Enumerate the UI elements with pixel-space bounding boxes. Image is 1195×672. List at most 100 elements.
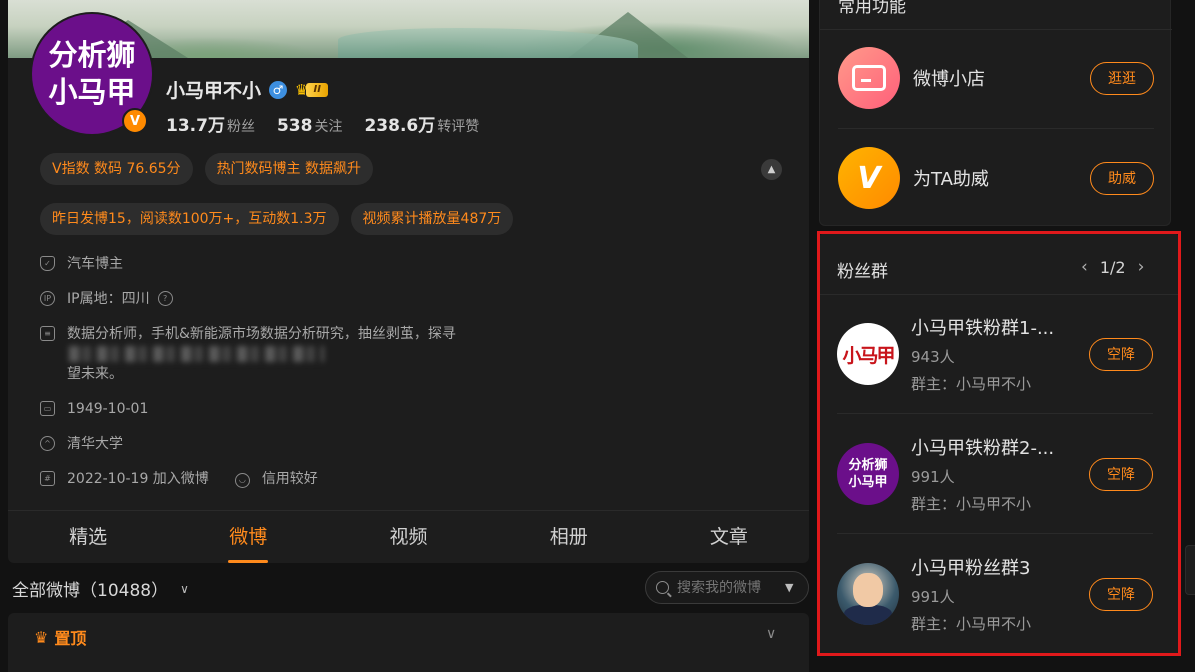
info-category-text: 汽车博主	[67, 256, 123, 272]
daily-stats-tag[interactable]: 昨日发博15，阅读数100万+，互动数1.3万	[40, 203, 339, 235]
common-functions-card: 常用功能 微博小店 逛逛 V 为TA助威 助威	[819, 0, 1172, 226]
school-text: 清华大学	[67, 436, 123, 452]
credit-icon: ◡	[234, 472, 250, 488]
document-icon: ≡	[40, 326, 55, 341]
group-member-count: 991人	[911, 468, 955, 486]
tab-articles[interactable]: 文章	[649, 511, 809, 563]
chevron-down-icon: ∨	[180, 581, 189, 596]
search-my-posts[interactable]: ▼	[645, 571, 809, 604]
function-item-weibo-shop[interactable]: 微博小店 逛逛	[838, 46, 1154, 110]
v-plus-icon: V	[838, 147, 900, 209]
pinned-post-card: ♛ 置顶 ∨	[8, 613, 809, 672]
info-category: ✓ 汽车博主	[40, 254, 760, 274]
calendar-grid-icon: #	[40, 471, 55, 486]
fan-groups-pager: ‹ 1/2 ›	[1081, 257, 1144, 277]
hot-blogger-tag[interactable]: 热门数码博主 数据飙升	[204, 153, 374, 185]
join-group-button[interactable]: 空降	[1089, 577, 1153, 611]
avatar-text-line-2: 小马甲	[48, 75, 136, 109]
fan-groups-card: 粉丝群 ‹ 1/2 › 小马甲 小马甲铁粉群1-... 943人 群主：小马甲不…	[819, 233, 1179, 655]
shield-check-icon: ✓	[40, 256, 55, 271]
info-school: ^ 清华大学	[40, 434, 760, 454]
video-plays-tag[interactable]: 视频累计播放量487万	[350, 203, 514, 235]
shop-icon	[838, 47, 900, 109]
verified-icon: V	[122, 108, 148, 134]
group-name: 小马甲铁粉群2-...	[911, 438, 1055, 459]
group-avatar-text: 小马甲	[842, 344, 895, 367]
function-label: 为TA助威	[913, 169, 989, 190]
stat-number: 13.7万	[166, 116, 225, 136]
group-avatar: 小马甲	[837, 323, 899, 385]
profile-tags-row-2: 昨日发博15，阅读数100万+，互动数1.3万 视频累计播放量487万	[40, 203, 514, 235]
ip-location-icon: IP	[40, 291, 55, 306]
user-name: 小马甲不小	[166, 80, 262, 102]
tab-featured[interactable]: 精选	[8, 511, 168, 563]
fan-groups-title: 粉丝群	[837, 262, 888, 282]
credit-text[interactable]: 信用较好	[262, 469, 318, 489]
crown-icon: ♛	[34, 627, 49, 647]
join-group-button[interactable]: 空降	[1089, 457, 1153, 491]
profile-card: 分析狮 小马甲 V 小马甲不小 ♂ ♛ II 13.7万 粉丝 538 关注 238…	[8, 0, 809, 563]
stat-following[interactable]: 538 关注	[277, 116, 343, 136]
tab-video[interactable]: 视频	[328, 511, 488, 563]
all-posts-filter[interactable]: 全部微博（10488） ∨	[12, 576, 189, 601]
group-name: 小马甲铁粉群1-...	[911, 318, 1055, 339]
group-member-count: 943人	[911, 348, 955, 366]
side-edge-tab[interactable]	[1185, 545, 1195, 595]
male-gender-icon: ♂	[269, 80, 288, 99]
help-icon[interactable]: ?	[157, 291, 173, 306]
info-ip-text: IP属地：四川	[67, 291, 150, 307]
profile-stats: 13.7万 粉丝 538 关注 238.6万 转评赞	[166, 111, 479, 136]
joined-text: 2022-10-19 加入微博	[67, 471, 209, 487]
chevron-down-icon[interactable]: ∨	[766, 626, 776, 642]
collapse-tags-button[interactable]: ▲	[761, 159, 782, 180]
join-group-button[interactable]: 空降	[1089, 337, 1153, 371]
fan-group-item[interactable]: 小马甲 小马甲铁粉群1-... 943人 群主：小马甲不小 空降	[837, 308, 1153, 400]
pager-text: 1/2	[1099, 257, 1126, 277]
stat-number: 538	[276, 116, 313, 136]
info-ip-location: IP IP属地：四川 ?	[40, 289, 760, 309]
group-name: 小马甲粉丝群3	[911, 558, 1031, 579]
stat-label: 转评赞	[437, 119, 480, 135]
graduation-cap-icon: ^	[40, 436, 55, 451]
group-owner: 群主：小马甲不小	[911, 615, 1032, 633]
info-description: ≡ 数据分析师，手机&新能源市场数据分析研究，抽丝剥茧，探寻 望未来。	[40, 324, 760, 384]
all-posts-label: 全部微博（10488）	[12, 581, 169, 601]
chevron-right-icon[interactable]: ›	[1138, 257, 1145, 277]
chevron-left-icon[interactable]: ‹	[1081, 257, 1088, 277]
description-text: 数据分析师，手机&新能源市场数据分析研究，抽丝剥茧，探寻	[67, 326, 456, 342]
common-functions-title: 常用功能	[838, 0, 906, 17]
cheer-button[interactable]: 助威	[1090, 161, 1154, 195]
calendar-icon: ▭	[40, 401, 55, 416]
fan-group-item[interactable]: 小马甲粉丝群3 991人 群主：小马甲不小 空降	[837, 548, 1153, 640]
blurred-text-region	[69, 346, 324, 362]
search-input[interactable]	[677, 579, 777, 596]
info-birthday: ▭ 1949-10-01	[40, 399, 760, 419]
fan-group-item[interactable]: 分析狮 小马甲 小马甲铁粉群2-... 991人 群主：小马甲不小 空降	[837, 428, 1153, 520]
group-avatar-line-1: 分析狮	[848, 458, 888, 473]
profile-tabs: 精选 微博 视频 相册 文章	[8, 510, 809, 563]
birthday-text: 1949-10-01	[67, 401, 149, 417]
tab-weibo[interactable]: 微博	[168, 511, 328, 563]
profile-info-list: ✓ 汽车博主 IP IP属地：四川 ? ≡ 数据分析师，手机&新能源市场数据分析…	[40, 254, 760, 504]
stat-label: 粉丝	[226, 119, 255, 135]
group-owner: 群主：小马甲不小	[911, 375, 1032, 393]
function-item-cheer[interactable]: V 为TA助威 助威	[838, 146, 1154, 210]
group-member-count: 991人	[911, 588, 955, 606]
group-avatar-line-2: 小马甲	[848, 475, 888, 490]
stat-followers[interactable]: 13.7万 粉丝	[166, 111, 255, 136]
browse-shop-button[interactable]: 逛逛	[1090, 61, 1154, 95]
stat-number: 238.6万	[364, 116, 436, 136]
member-level-badge[interactable]: ♛ II	[295, 81, 339, 99]
pinned-text: 置顶	[54, 629, 87, 648]
info-join-row: # 2022-10-19 加入微博 ◡ 信用较好	[40, 469, 760, 489]
group-avatar-cartoon-portrait	[837, 563, 899, 625]
level-label: II	[306, 82, 328, 97]
group-owner: 群主：小马甲不小	[911, 495, 1032, 513]
dropdown-triangle-icon[interactable]: ▼	[785, 581, 793, 594]
search-icon	[656, 581, 669, 594]
v-index-tag[interactable]: V指数 数码 76.65分	[40, 153, 193, 185]
stat-label: 关注	[314, 119, 343, 135]
stat-interactions[interactable]: 238.6万 转评赞	[364, 111, 479, 136]
chevron-up-icon: ▲	[767, 164, 776, 175]
tab-album[interactable]: 相册	[489, 511, 649, 563]
